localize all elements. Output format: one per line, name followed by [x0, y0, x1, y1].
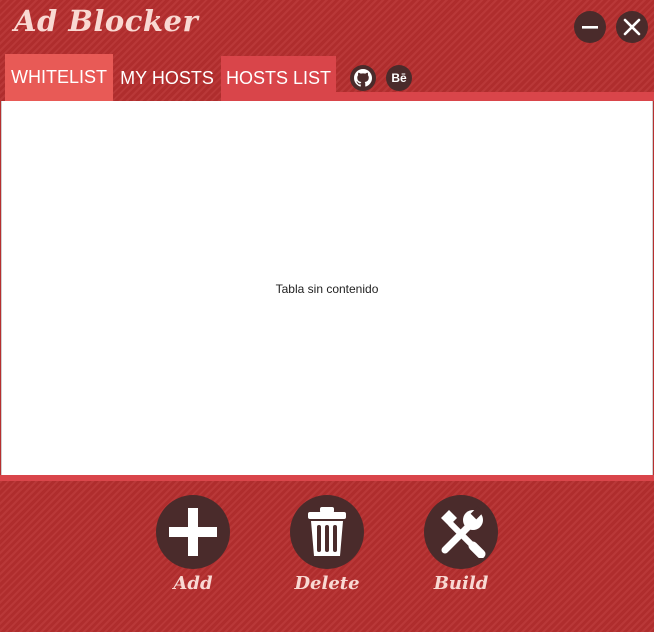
- tab-label: WHITELIST: [10, 67, 107, 87]
- delete-circle: [290, 495, 364, 569]
- behance-button[interactable]: Bē: [386, 65, 412, 91]
- plus-icon: [169, 508, 217, 556]
- delete-label: Delete: [294, 573, 360, 594]
- build-label: Build: [433, 573, 489, 594]
- add-circle: [156, 495, 230, 569]
- app-window: Ad Blocker WHITELIST MY HOSTS HOSTS LIST: [0, 0, 654, 632]
- build-button[interactable]: Build: [423, 495, 499, 594]
- close-button[interactable]: [616, 11, 648, 43]
- tools-icon: [441, 506, 486, 558]
- tab-my-hosts[interactable]: MY HOSTS: [113, 56, 221, 101]
- action-bar: Add Delete Build: [0, 481, 654, 632]
- delete-button[interactable]: Delete: [289, 495, 365, 594]
- tab-hosts-list[interactable]: HOSTS LIST: [221, 56, 336, 101]
- close-icon: [623, 18, 641, 36]
- title-bar: Ad Blocker WHITELIST MY HOSTS HOSTS LIST: [0, 0, 654, 101]
- minimize-icon: [582, 26, 598, 29]
- minimize-button[interactable]: [574, 11, 606, 43]
- add-button[interactable]: Add: [155, 495, 231, 594]
- trash-icon: [308, 507, 346, 556]
- tab-strip: [336, 92, 654, 101]
- whitelist-table[interactable]: Tabla sin contenido: [1, 101, 653, 475]
- add-label: Add: [173, 573, 213, 594]
- build-circle: [424, 495, 498, 569]
- empty-table-message: Tabla sin contenido: [275, 282, 379, 296]
- github-icon: [354, 69, 372, 87]
- tab-label: HOSTS LIST: [225, 68, 332, 88]
- app-title: Ad Blocker: [14, 4, 199, 38]
- tab-label: MY HOSTS: [120, 68, 214, 88]
- tab-whitelist[interactable]: WHITELIST: [5, 54, 113, 101]
- github-button[interactable]: [350, 65, 376, 91]
- behance-icon: Bē: [391, 71, 407, 85]
